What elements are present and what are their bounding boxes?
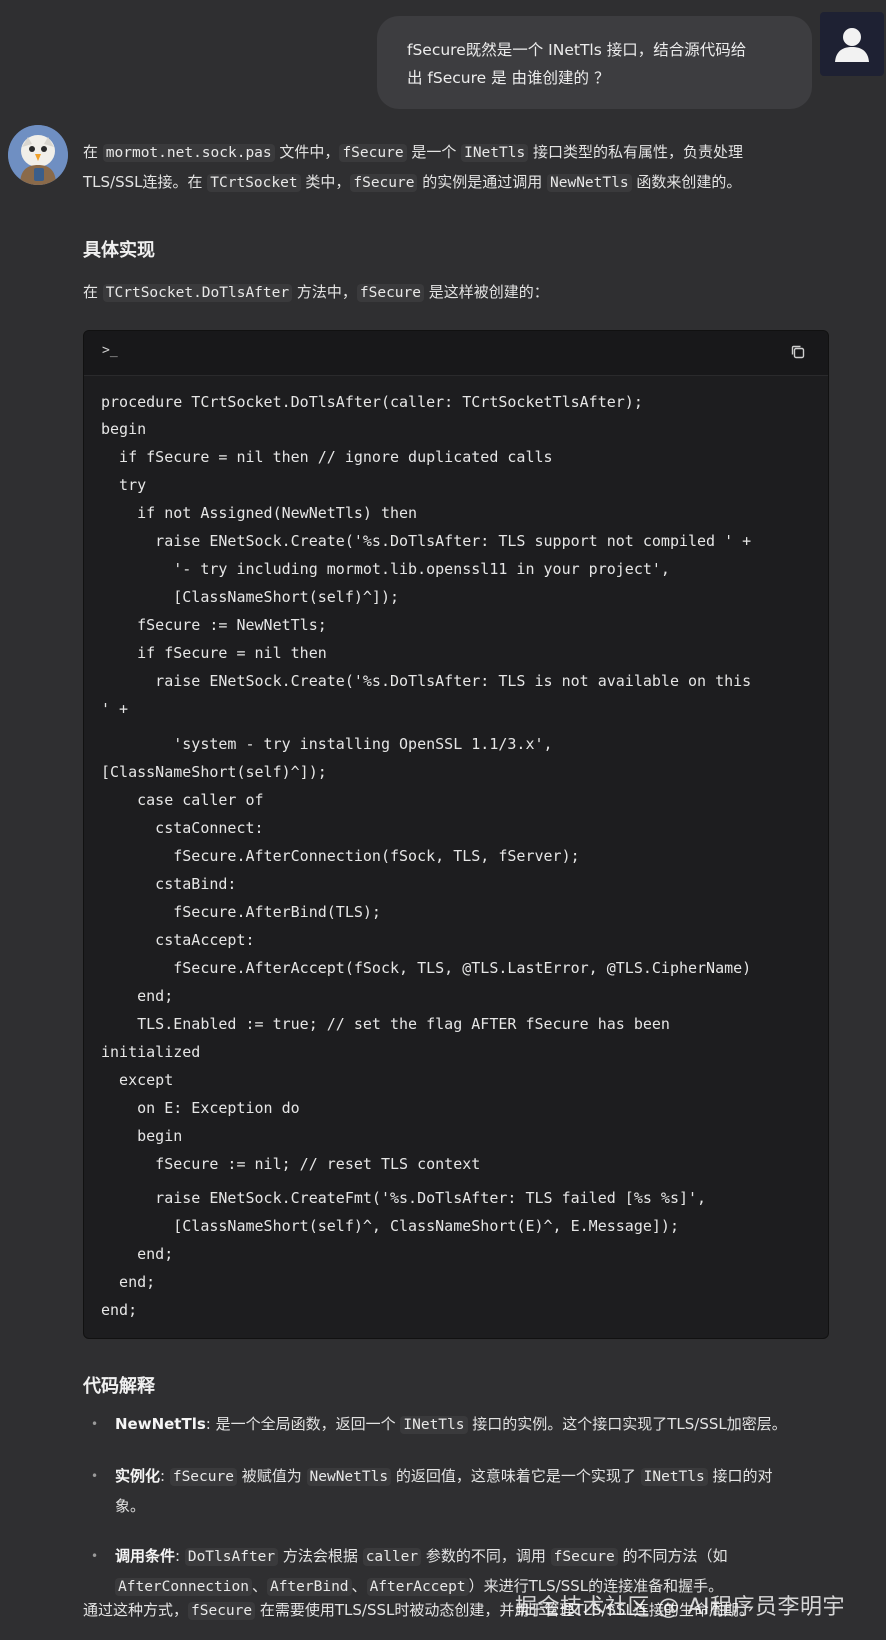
inline-code: fSecure — [350, 174, 418, 192]
code-line: raise ENetSock.Create('%s.DoTlsAfter: TL… — [101, 672, 752, 690]
code-line: cstaBind: — [101, 875, 237, 893]
code-block-header: >_ — [84, 331, 828, 376]
heading-explanation: 代码解释 — [83, 1376, 155, 1397]
inline-code: fSecure — [339, 144, 407, 162]
code-line: end; — [101, 1245, 174, 1263]
inline-code: mormot.net.sock.pas — [102, 144, 275, 162]
code-line: if fSecure = nil then — [101, 644, 327, 662]
code-block: >_ procedure TCrtSocket.DoTlsAfter(calle… — [83, 330, 829, 1339]
user-message-line-1: fSecure既然是一个 INetTls 接口，结合源代码给 — [407, 41, 747, 59]
intro-line-2: TLS/SSL连接。在 TCrtSocket 类中， fSecure 的实例是通过… — [83, 173, 742, 192]
intro-line-1: 在 mormot.net.sock.pas 文件中， fSecure 是一个 IN… — [83, 143, 743, 162]
code-line: TLS.Enabled := true; // set the flag AFT… — [101, 1015, 670, 1033]
answer-intro: 在 mormot.net.sock.pas 文件中， fSecure 是一个 IN… — [83, 138, 813, 198]
inline-code: fSecure — [356, 284, 424, 302]
code-line: fSecure := NewNetTls; — [101, 616, 327, 634]
code-line: end; — [101, 1301, 138, 1319]
inline-code: AfterConnection — [115, 1578, 252, 1596]
code-line: procedure TCrtSocket.DoTlsAfter(caller: … — [101, 393, 643, 411]
code-line: raise ENetSock.Create('%s.DoTlsAfter: TL… — [101, 532, 752, 550]
code-line: fSecure.AfterBind(TLS); — [101, 903, 381, 921]
code-line: fSecure.AfterConnection(fSock, TLS, fSer… — [101, 847, 580, 865]
code-line: ' + — [101, 700, 129, 718]
code-line: raise ENetSock.CreateFmt('%s.DoTlsAfter:… — [101, 1189, 707, 1207]
code-line: except — [101, 1071, 174, 1089]
inline-code: caller — [362, 1548, 422, 1566]
code-line: cstaAccept: — [101, 931, 255, 949]
impl-intro: 在 TCrtSocket.DoTlsAfter 方法中， fSecure 是这样被… — [83, 283, 549, 302]
code-line: end; — [101, 1273, 156, 1291]
code-line: [ClassNameShort(self)^]); — [101, 763, 327, 781]
terminal-icon: >_ — [102, 343, 118, 358]
inline-code: DoTlsAfter — [184, 1548, 279, 1566]
inline-code: NewNetTls — [547, 174, 632, 192]
code-line: [ClassNameShort(self)^]); — [101, 588, 400, 606]
list-item: 实例化: fSecure 被赋值为 NewNetTls 的返回值，这意味着它是一… — [91, 1462, 805, 1521]
code-line: initialized — [101, 1043, 201, 1061]
code-line: cstaConnect: — [101, 819, 264, 837]
inline-code: fSecure — [550, 1548, 618, 1566]
code-line: if fSecure = nil then // ignore duplicat… — [101, 448, 553, 466]
inline-code: TCrtSocket — [207, 174, 301, 192]
code-line: begin — [101, 1127, 183, 1145]
code-line: fSecure.AfterAccept(fSock, TLS, @TLS.Las… — [101, 959, 752, 977]
code-line: [ClassNameShort(self)^, ClassNameShort(E… — [101, 1217, 679, 1235]
watermark: 掘金技术社区 @ AI程序员李明宇 — [515, 1595, 846, 1620]
code-line: on E: Exception do — [101, 1099, 300, 1117]
code-line: '- try including mormot.lib.openssl11 in… — [101, 560, 670, 578]
inline-code: fSecure — [188, 1602, 256, 1620]
code-line: 'system - try installing OpenSSL 1.1/3.x… — [101, 735, 553, 753]
code-line: if not Assigned(NewNetTls) then — [101, 504, 418, 522]
code-line: try — [101, 476, 147, 494]
inline-code: fSecure — [169, 1468, 237, 1486]
user-avatar-icon[interactable] — [820, 12, 884, 76]
user-message-bubble: fSecure既然是一个 INetTls 接口，结合源代码给 出 fSecure… — [377, 16, 812, 109]
eagle-avatar-icon — [8, 125, 68, 185]
heading-implementation: 具体实现 — [83, 240, 155, 261]
code-line: begin — [101, 420, 147, 438]
inline-code: INetTls — [640, 1468, 708, 1486]
inline-code: INetTls — [400, 1416, 468, 1434]
inline-code: AfterBind — [266, 1578, 352, 1596]
code-line: end; — [101, 987, 174, 1005]
copy-icon[interactable] — [790, 344, 806, 360]
user-message-line-2: 出 fSecure 是 由谁创建的 ？ — [407, 69, 610, 87]
inline-code: TCrtSocket.DoTlsAfter — [102, 284, 293, 302]
inline-code: AfterAccept — [366, 1578, 469, 1596]
list-item: NewNetTls: 是一个全局函数，返回一个 INetTls 接口的实例。这个… — [91, 1410, 805, 1440]
inline-code: NewNetTls — [306, 1468, 392, 1486]
code-line: case caller of — [101, 791, 264, 809]
inline-code: INetTls — [461, 144, 529, 162]
code-line: fSecure := nil; // reset TLS context — [101, 1155, 481, 1173]
